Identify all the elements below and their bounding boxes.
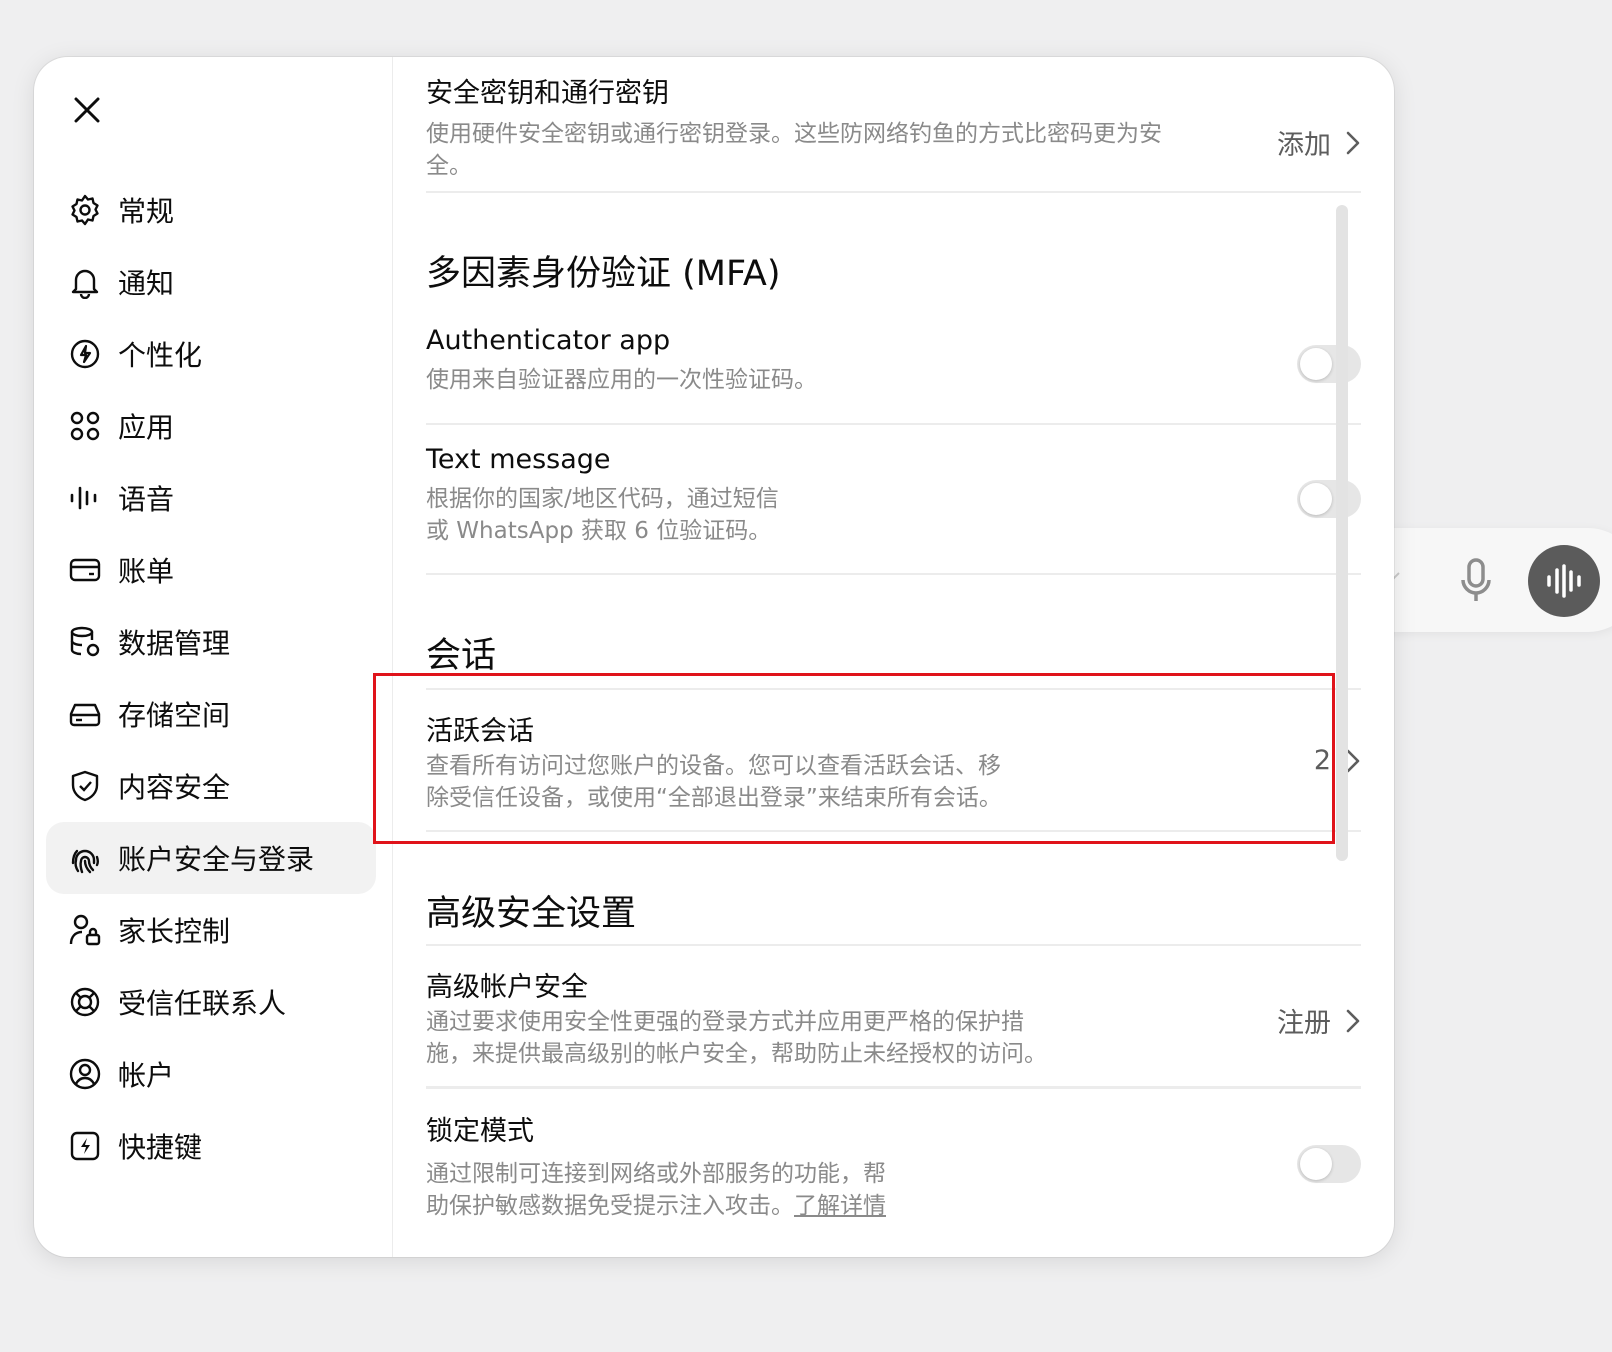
- add-label: 添加: [1277, 130, 1331, 161]
- learn-more-link[interactable]: 了解详情: [794, 1193, 886, 1219]
- personalization-icon: [70, 339, 100, 369]
- sidebar-item-billing[interactable]: 账单: [46, 534, 376, 606]
- enroll-button[interactable]: 注册: [1277, 1001, 1361, 1040]
- security-keys-desc-2: 全。: [426, 153, 472, 179]
- divider: [426, 423, 1361, 425]
- divider: [426, 1086, 1361, 1089]
- sidebar-item-security[interactable]: 账户安全与登录: [46, 822, 376, 894]
- credit-card-icon: [69, 558, 101, 582]
- sidebar-item-label: 内容安全: [118, 771, 231, 804]
- sidebar-item-shortcuts[interactable]: 快捷键: [46, 1110, 376, 1182]
- mfa-heading: 多因素身份验证 (MFA): [426, 254, 781, 294]
- sidebar-item-voice[interactable]: 语音: [46, 462, 376, 534]
- storage-drive-icon: [69, 703, 101, 727]
- sidebar-item-content-safety[interactable]: 内容安全: [46, 750, 376, 822]
- lifebuoy-icon: [70, 987, 100, 1017]
- text-message-row: Text message 根据你的国家/地区代码，通过短信 或 WhatsApp…: [426, 444, 1361, 547]
- advanced-account-security-title: 高级帐户安全: [426, 972, 588, 1003]
- advanced-account-security-desc-2: 施，来提供最高级别的帐户安全，帮助防止未经授权的访问。: [426, 1041, 1047, 1067]
- authenticator-app-desc: 使用来自验证器应用的一次性验证码。: [426, 367, 817, 393]
- text-message-title: Text message: [426, 444, 611, 475]
- sidebar-item-label: 常规: [118, 195, 175, 228]
- sidebar-item-label: 存储空间: [118, 699, 231, 732]
- settings-sidebar: 常规 通知 个性化 应用 语音 账单 数据管理 存储空间 内容安全 账户安全与登…: [34, 57, 393, 1257]
- close-icon: [74, 97, 100, 123]
- scrollbar[interactable]: [1336, 205, 1348, 861]
- chevron-right-icon: [1346, 131, 1360, 154]
- lockdown-mode-row: 锁定模式 通过限制可连接到网络或外部服务的功能，帮 助保护敏感数据免受提示注入攻…: [426, 1109, 1361, 1222]
- close-button[interactable]: [64, 87, 110, 133]
- microphone-icon[interactable]: [1456, 556, 1496, 604]
- lightning-key-icon: [70, 1131, 100, 1161]
- lockdown-mode-desc-2: 助保护敏感数据免受提示注入攻击。: [426, 1193, 794, 1219]
- sidebar-item-label: 快捷键: [118, 1131, 203, 1164]
- sidebar-item-personalization[interactable]: 个性化: [46, 318, 376, 390]
- enroll-label: 注册: [1277, 1008, 1331, 1039]
- voice-mode-button[interactable]: [1528, 545, 1600, 617]
- active-sessions-desc-2: 除受信任设备，或使用“全部退出登录”来结束所有会话。: [426, 785, 1002, 811]
- sidebar-item-label: 家长控制: [118, 915, 231, 948]
- fingerprint-icon: [71, 849, 99, 874]
- security-keys-title: 安全密钥和通行密钥: [426, 78, 669, 109]
- authenticator-app-row: Authenticator app 使用来自验证器应用的一次性验证码。: [426, 325, 1361, 396]
- settings-content: 安全密钥和通行密钥 使用硬件安全密钥或通行密钥登录。这些防网络钓鱼的方式比密码更…: [426, 57, 1361, 1257]
- authenticator-app-toggle[interactable]: [1297, 345, 1361, 383]
- divider: [426, 688, 1361, 690]
- active-sessions-row[interactable]: 活跃会话 查看所有访问过您账户的设备。您可以查看活跃会话、移 除受信任设备，或使…: [426, 709, 1361, 814]
- active-sessions-title: 活跃会话: [426, 716, 534, 747]
- divider: [426, 830, 1361, 832]
- bell-icon: [71, 269, 99, 299]
- divider: [426, 573, 1361, 575]
- advanced-security-heading: 高级安全设置: [426, 894, 637, 934]
- sidebar-item-account[interactable]: 帐户: [46, 1038, 376, 1110]
- apps-grid-icon: [70, 411, 100, 441]
- sidebar-item-label: 数据管理: [118, 627, 231, 660]
- sidebar-item-notifications[interactable]: 通知: [46, 246, 376, 318]
- sidebar-item-label: 通知: [118, 267, 175, 300]
- shield-check-icon: [71, 770, 99, 802]
- security-keys-desc: 使用硬件安全密钥或通行密钥登录。这些防网络钓鱼的方式比密码更为安: [426, 121, 1162, 147]
- sidebar-item-label: 账单: [118, 555, 175, 588]
- sidebar-item-label: 账户安全与登录: [118, 843, 315, 876]
- voice-waveform-icon: [70, 486, 97, 510]
- text-message-desc: 根据你的国家/地区代码，通过短信: [426, 486, 779, 512]
- toggle-knob: [1300, 1148, 1332, 1180]
- sidebar-item-trusted-contacts[interactable]: 受信任联系人: [46, 966, 376, 1038]
- authenticator-app-title: Authenticator app: [426, 325, 671, 356]
- sidebar-item-label: 个性化: [118, 339, 203, 372]
- divider: [426, 191, 1361, 193]
- text-message-desc-2: 或 WhatsApp 获取 6 位验证码。: [426, 518, 772, 544]
- sidebar-item-label: 语音: [118, 483, 175, 516]
- active-sessions-desc: 查看所有访问过您账户的设备。您可以查看活跃会话、移: [426, 753, 1001, 779]
- sessions-heading: 会话: [426, 636, 497, 676]
- advanced-account-security-desc: 通过要求使用安全性更强的登录方式并应用更严格的保护措: [426, 1009, 1024, 1035]
- sidebar-nav: 常规 通知 个性化 应用 语音 账单 数据管理 存储空间 内容安全 账户安全与登…: [46, 174, 376, 1182]
- add-security-key-button[interactable]: 添加: [1277, 123, 1361, 162]
- toggle-knob: [1300, 483, 1332, 515]
- sidebar-item-apps[interactable]: 应用: [46, 390, 376, 462]
- chevron-right-icon: [1346, 1009, 1360, 1032]
- sidebar-item-parental-controls[interactable]: 家长控制: [46, 894, 376, 966]
- sidebar-item-general[interactable]: 常规: [46, 174, 376, 246]
- sidebar-item-label: 应用: [118, 411, 175, 444]
- gear-icon: [71, 194, 99, 226]
- toggle-knob: [1300, 348, 1332, 380]
- settings-modal: 常规 通知 个性化 应用 语音 账单 数据管理 存储空间 内容安全 账户安全与登…: [34, 57, 1394, 1257]
- text-message-toggle[interactable]: [1297, 480, 1361, 518]
- sidebar-item-storage[interactable]: 存储空间: [46, 678, 376, 750]
- advanced-account-security-row: 高级帐户安全 通过要求使用安全性更强的登录方式并应用更严格的保护措 施，来提供最…: [426, 965, 1361, 1070]
- security-keys-row: 安全密钥和通行密钥 使用硬件安全密钥或通行密钥登录。这些防网络钓鱼的方式比密码更…: [426, 71, 1361, 182]
- divider: [426, 944, 1361, 946]
- database-gear-icon: [70, 626, 100, 657]
- lockdown-mode-title: 锁定模式: [426, 1116, 534, 1147]
- parent-lock-icon: [69, 914, 101, 946]
- voice-waveform-icon: [1547, 564, 1581, 598]
- lockdown-mode-toggle[interactable]: [1297, 1145, 1361, 1183]
- active-sessions-count: 2: [1313, 745, 1331, 776]
- sidebar-item-data-controls[interactable]: 数据管理: [46, 606, 376, 678]
- lockdown-mode-desc: 通过限制可连接到网络或外部服务的功能，帮: [426, 1161, 886, 1187]
- sidebar-item-label: 受信任联系人: [118, 987, 287, 1020]
- user-circle-icon: [69, 1058, 101, 1090]
- sidebar-item-label: 帐户: [118, 1059, 175, 1092]
